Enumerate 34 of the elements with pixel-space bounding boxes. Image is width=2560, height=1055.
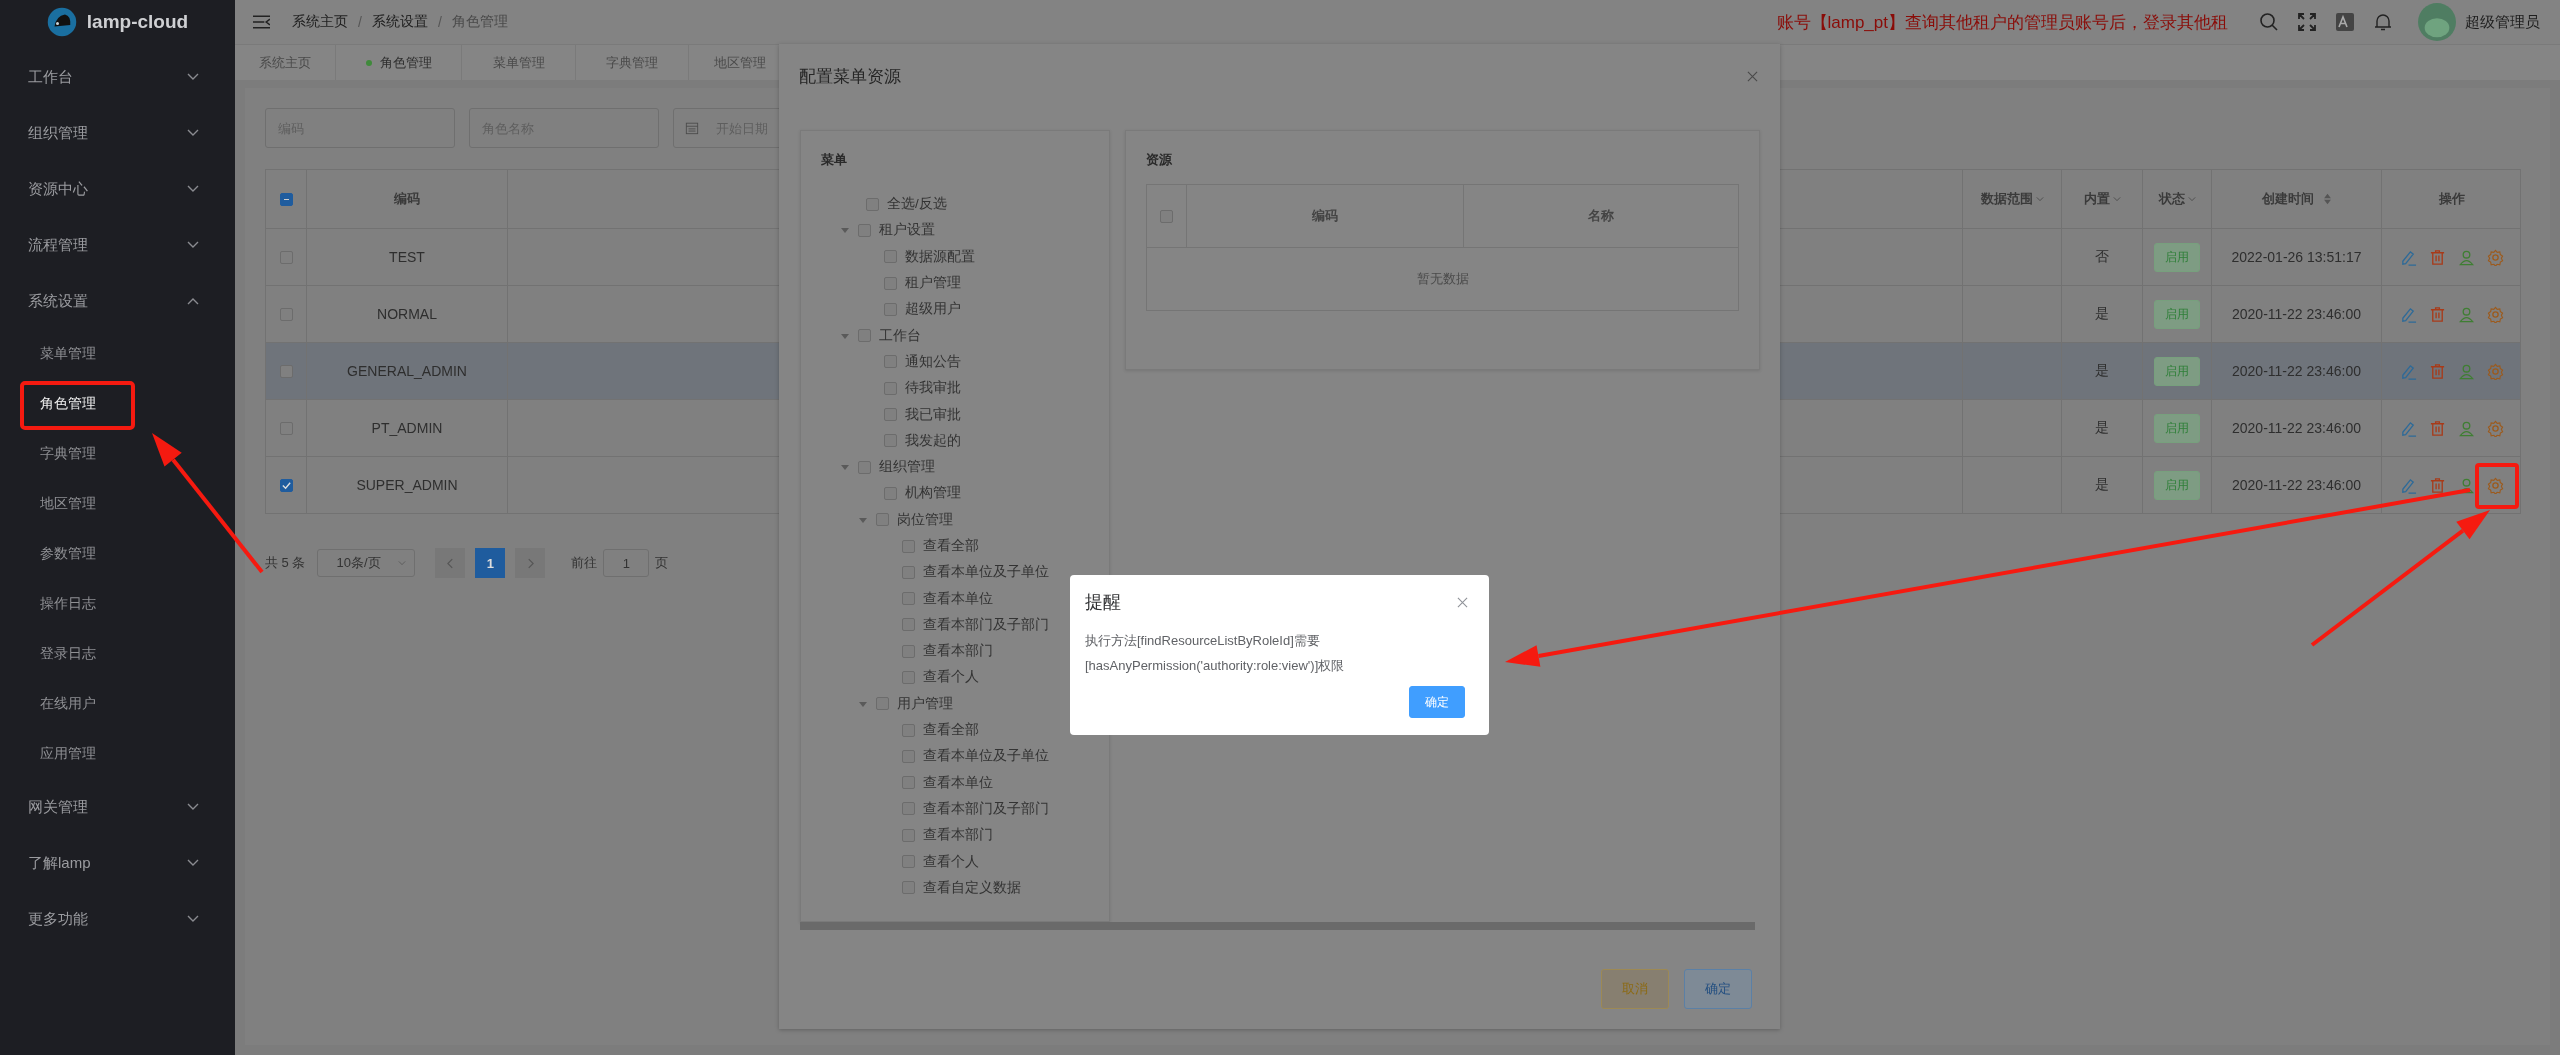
table-cell: 2022-01-26 13:51:17 [2231, 249, 2362, 265]
table-cell: 2020-11-22 23:46:00 [2232, 420, 2361, 436]
breadcrumb-separator: / [437, 14, 442, 30]
breadcrumb-separator: / [358, 14, 362, 30]
table-cell: 否 [2095, 248, 2109, 266]
status-tag: 启用 [2154, 242, 2200, 272]
table-cell: 2020-11-22 23:46:00 [2232, 477, 2361, 493]
column-header: 名称 [1588, 207, 1614, 225]
table-cell: 2020-11-22 23:46:00 [2232, 363, 2361, 379]
table-cell: NORMAL [377, 306, 437, 322]
table-cell: 是 [2095, 305, 2109, 323]
column-header: 编码 [1312, 207, 1338, 225]
total-count: 共 5 条 [265, 554, 306, 572]
panel-title: 菜单 [821, 151, 848, 169]
panel-title: 资源 [1146, 151, 1173, 169]
table-cell: SUPER_ADMIN [356, 477, 458, 493]
app-name: lamp-cloud [86, 11, 189, 33]
table-cell: PT_ADMIN [371, 420, 443, 436]
alert-title: 提醒 [1085, 591, 1121, 614]
table-cell: 是 [2095, 476, 2109, 494]
table-cell: TEST [389, 249, 425, 265]
table-cell: 是 [2095, 362, 2109, 380]
dialog-title: 配置菜单资源 [799, 65, 901, 88]
table-cell: GENERAL_ADMIN [347, 363, 467, 379]
goto-label: 前往 [571, 554, 598, 572]
table-cell: 2020-11-22 23:46:00 [2232, 306, 2361, 322]
notice-text: 账号【lamp_pt】查询其他租户的管理员账号后，登录其他租 [1776, 11, 2228, 34]
page-label: 页 [655, 554, 669, 572]
status-tag: 启用 [2154, 413, 2200, 443]
table-cell: 是 [2095, 419, 2109, 437]
alert-message: 执行方法[findResourceListByRoleId]需要 [hasAnyPermission('authority:role:view')]权限 [1085, 632, 1346, 675]
status-tag: 启用 [2154, 299, 2200, 329]
status-tag: 启用 [2154, 356, 2200, 386]
status-tag: 启用 [2154, 470, 2200, 500]
